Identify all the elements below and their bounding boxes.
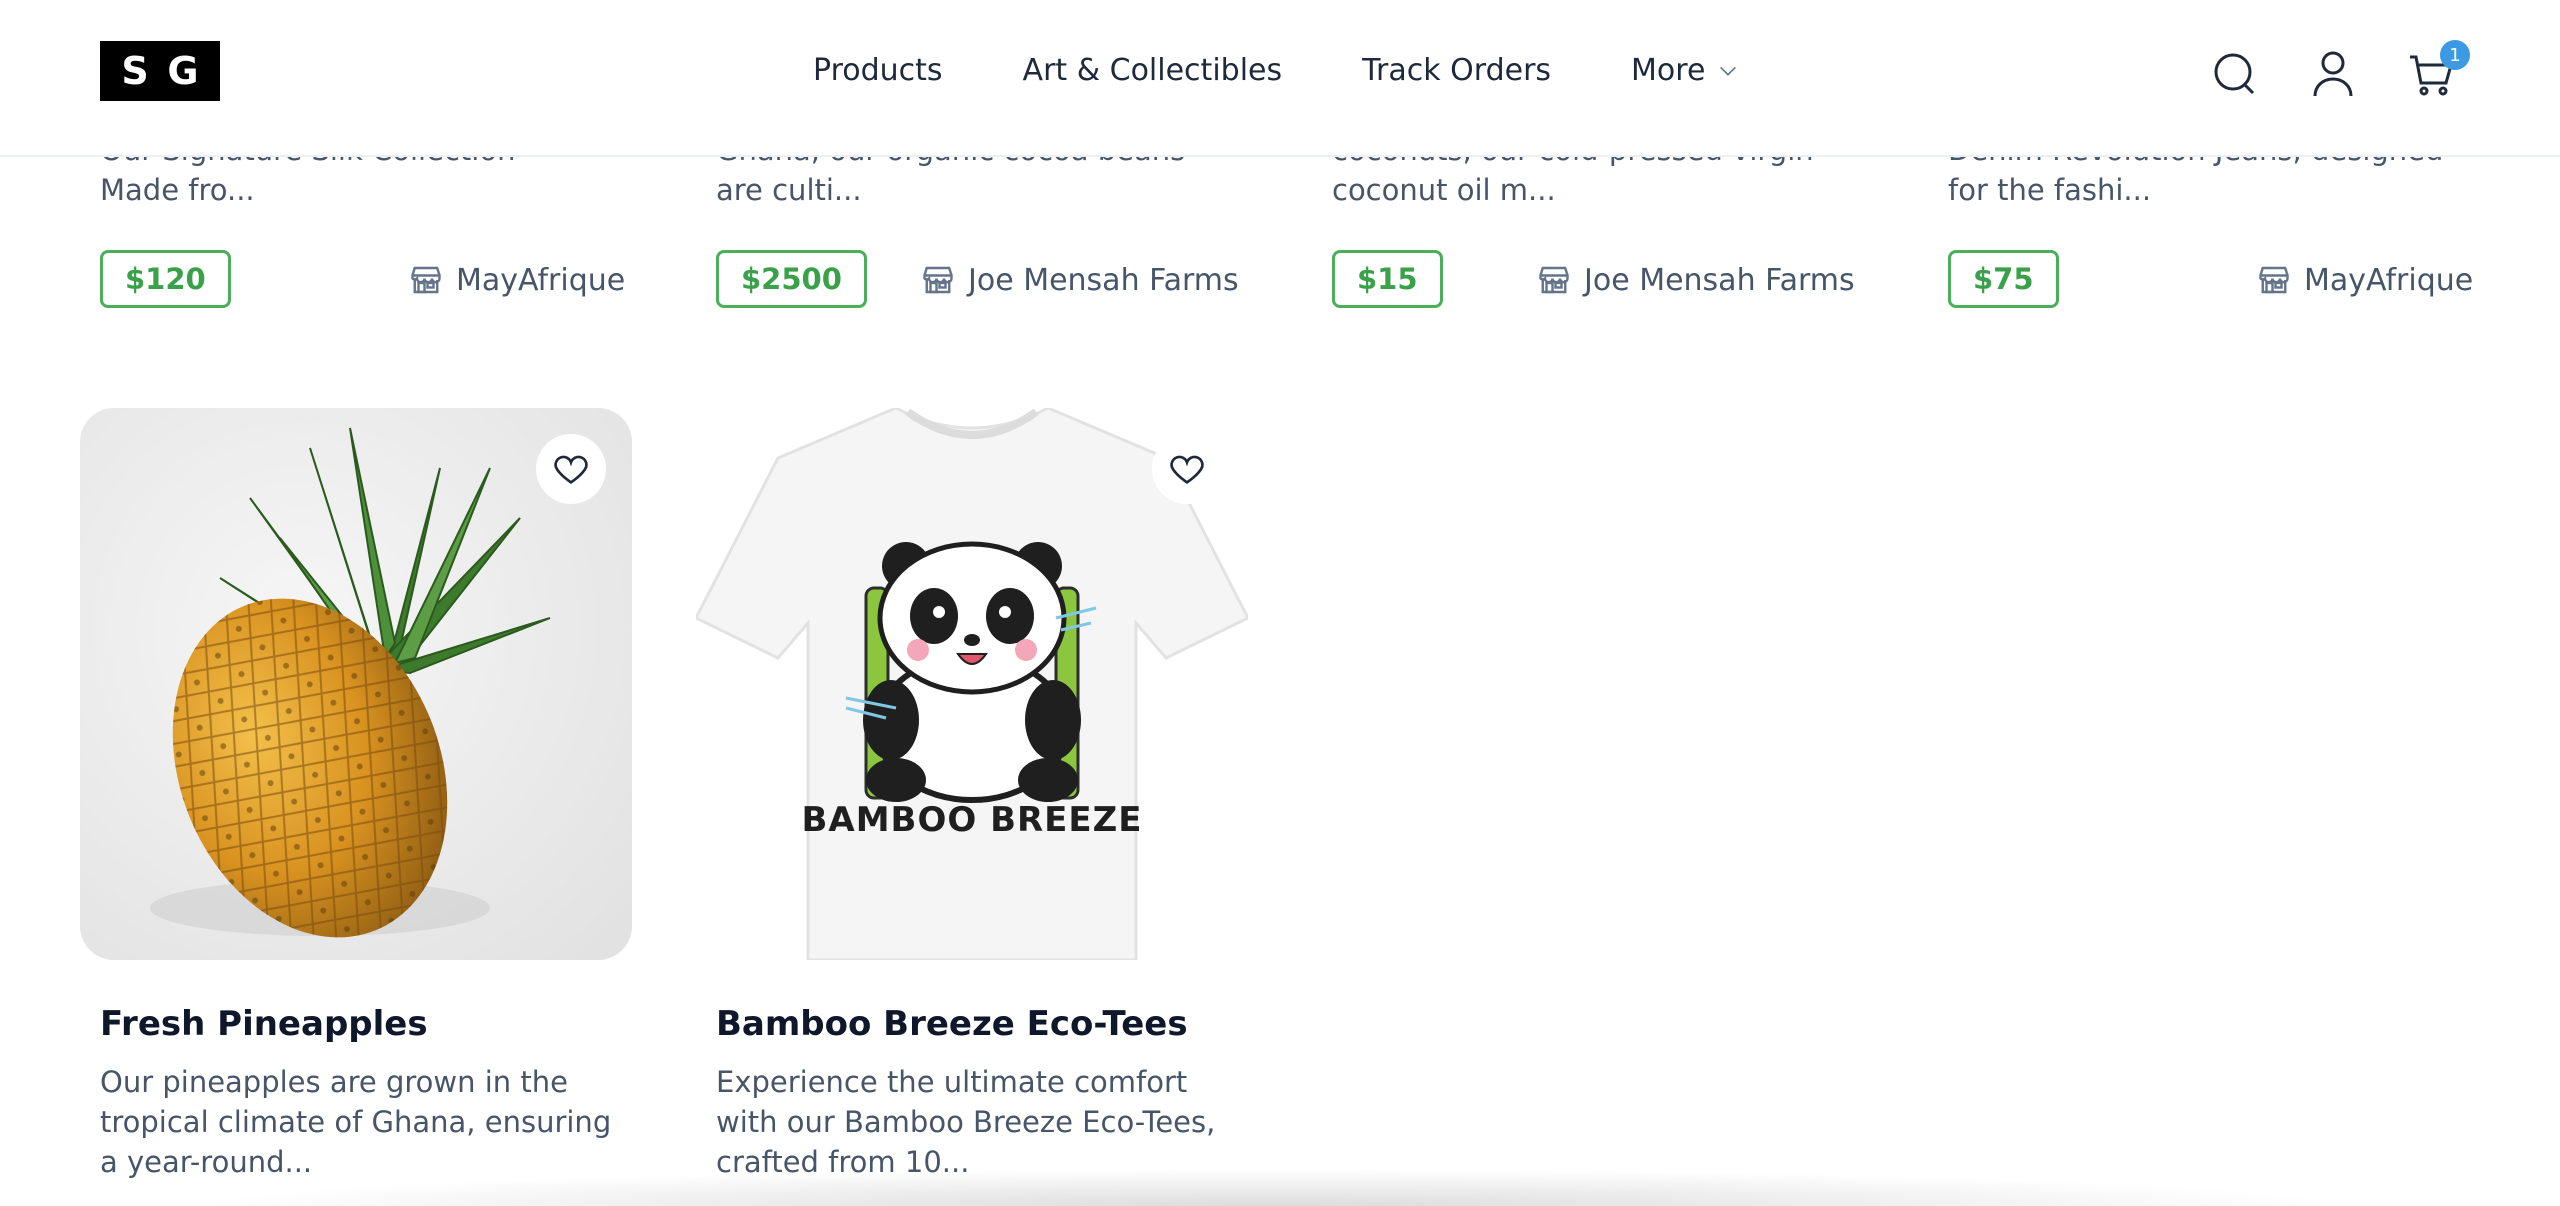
tee-print-text: BAMBOO BREEZE: [801, 800, 1143, 840]
site-logo[interactable]: S G: [100, 41, 220, 101]
chevron-down-icon: [1720, 66, 1737, 76]
search-icon: [2214, 53, 2255, 95]
cart-button[interactable]: 1: [2408, 40, 2470, 98]
store-icon: [2259, 266, 2289, 294]
heart-icon: [1170, 455, 1204, 484]
nav-label: More: [1631, 53, 1706, 88]
nav-more-dropdown[interactable]: More: [1631, 53, 1739, 88]
description-line: are culti...: [716, 173, 862, 207]
store-icon: [1539, 266, 1569, 294]
vendor-name: Joe Mensah Farms: [1584, 262, 1855, 298]
favorite-button[interactable]: [1152, 434, 1222, 504]
price-badge: $2500: [716, 250, 867, 308]
product-image[interactable]: [80, 408, 632, 960]
price-badge: $120: [100, 250, 231, 308]
vendor-label[interactable]: MayAfrique: [2256, 262, 2473, 298]
cart-count-badge: 1: [2440, 40, 2470, 70]
nav-products[interactable]: Products: [813, 53, 943, 88]
nav-label: Art & Collectibles: [1022, 53, 1283, 88]
vendor-label[interactable]: MayAfrique: [408, 262, 625, 298]
product-title[interactable]: Fresh Pineapples: [80, 1004, 632, 1044]
description-line: coconut oil m...: [1332, 173, 1556, 207]
account-button[interactable]: [2310, 48, 2356, 98]
nav-label: Products: [813, 53, 943, 88]
logo-letter: G: [167, 49, 199, 93]
price-badge: $15: [1332, 250, 1443, 308]
nav-label: Track Orders: [1362, 53, 1552, 88]
store-icon: [923, 266, 953, 294]
vendor-name: MayAfrique: [456, 262, 626, 298]
scroll-shadow: [180, 1168, 2360, 1206]
product-card-fresh-pineapples[interactable]: Fresh Pineapples Our pineapples are grow…: [80, 408, 632, 1182]
description-line: Made fro...: [100, 173, 255, 207]
logo-letter: S: [121, 49, 149, 93]
header-actions: 1: [2212, 40, 2470, 98]
product-card-bamboo-breeze-eco-tees[interactable]: BAMBOO BREEZE Bamboo Breeze Eco-Tees Exp…: [696, 408, 1248, 1182]
vendor-label[interactable]: Joe Mensah Farms: [920, 262, 1239, 298]
site-header: S G Products Art & Collectibles Track Or…: [0, 0, 2560, 157]
product-description: Our pineapples are grown in the tropical…: [100, 1065, 612, 1179]
product-title[interactable]: Bamboo Breeze Eco-Tees: [696, 1004, 1248, 1044]
vendor-label[interactable]: Joe Mensah Farms: [1536, 262, 1855, 298]
price-badge: $75: [1948, 250, 2059, 308]
description-line: for the fashi...: [1948, 173, 2152, 207]
vendor-name: MayAfrique: [2304, 262, 2474, 298]
search-button[interactable]: [2212, 48, 2258, 98]
product-description: Experience the ultimate comfort with our…: [716, 1065, 1216, 1179]
favorite-button[interactable]: [536, 434, 606, 504]
user-icon: [2313, 51, 2353, 97]
heart-icon: [554, 455, 588, 484]
main-nav: Products Art & Collectibles Track Orders…: [813, 53, 1739, 88]
product-image[interactable]: BAMBOO BREEZE: [696, 408, 1248, 960]
nav-art-collectibles[interactable]: Art & Collectibles: [1023, 53, 1283, 88]
vendor-name: Joe Mensah Farms: [968, 262, 1239, 298]
nav-track-orders[interactable]: Track Orders: [1362, 53, 1551, 88]
store-icon: [411, 266, 441, 294]
